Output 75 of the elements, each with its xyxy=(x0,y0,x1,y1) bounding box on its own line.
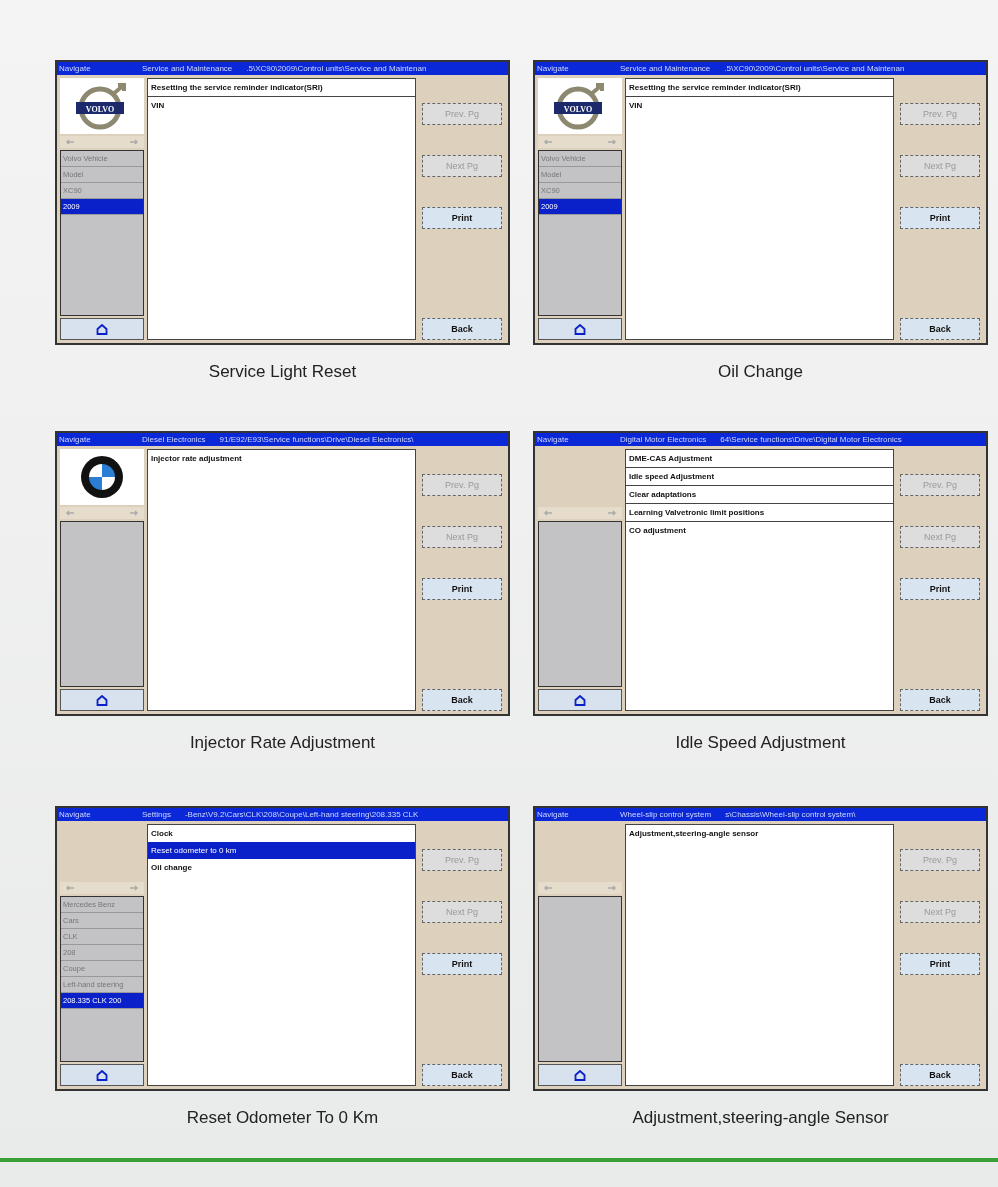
home-button[interactable] xyxy=(538,318,622,340)
left-arrow-icon[interactable] xyxy=(66,139,74,145)
home-button[interactable] xyxy=(60,1064,144,1086)
function-item[interactable]: Clock xyxy=(148,825,415,842)
function-item[interactable]: DME-CAS Adjustment xyxy=(626,450,893,468)
left-arrow-icon[interactable] xyxy=(544,885,552,891)
breadcrumb-path: s\Chassis\Wheel-slip control system\ xyxy=(725,810,856,819)
home-icon xyxy=(96,323,108,335)
function-item[interactable]: Oil change xyxy=(148,859,415,876)
page-button[interactable]: Print xyxy=(422,578,502,600)
section-title: Digital Motor Electronics xyxy=(620,435,707,444)
section-title: Settings xyxy=(142,810,171,819)
right-arrow-icon[interactable] xyxy=(608,139,616,145)
breadcrumb-path: .5\XC90\2009\Control units\Service and Maintenan xyxy=(246,64,427,73)
function-item[interactable]: Idle speed Adjustment xyxy=(626,468,893,486)
function-item[interactable]: Learning Valvetronic limit positions xyxy=(626,504,893,522)
section-title: Wheel-slip control system xyxy=(620,810,712,819)
right-arrow-icon[interactable] xyxy=(130,139,138,145)
navigate-menu[interactable]: Navigate xyxy=(535,435,620,444)
screen-caption: Oil Change xyxy=(717,362,804,382)
page-button[interactable]: Back xyxy=(422,689,502,711)
home-button[interactable] xyxy=(60,318,144,340)
section-title: Service and Maintenance xyxy=(620,64,711,73)
home-icon xyxy=(96,1069,108,1081)
function-item[interactable]: Adjustment,steering-angle sensor xyxy=(626,825,893,842)
page-button[interactable]: Back xyxy=(900,689,980,711)
screen-caption: Reset Odometer To 0 Km xyxy=(186,1108,379,1128)
page-button[interactable]: Back xyxy=(422,318,502,340)
home-icon xyxy=(574,1069,586,1081)
section-title: Diesel Electronics xyxy=(142,435,206,444)
navigate-menu[interactable]: Navigate xyxy=(535,64,620,73)
function-item[interactable]: Reset odometer to 0 km xyxy=(148,842,415,859)
page-button[interactable]: Back xyxy=(900,1064,980,1086)
home-icon xyxy=(574,694,586,706)
screen-caption: Idle Speed Adjustment xyxy=(675,733,846,753)
right-arrow-icon[interactable] xyxy=(130,510,138,516)
page-button[interactable]: Print xyxy=(900,207,980,229)
navigate-menu[interactable]: Navigate xyxy=(535,810,620,819)
navigate-menu[interactable]: Navigate xyxy=(57,435,142,444)
left-arrow-icon[interactable] xyxy=(66,885,74,891)
home-icon xyxy=(574,323,586,335)
function-item[interactable]: Resetting the service reminder indicator(SRI) xyxy=(148,79,415,97)
page-button[interactable]: Back xyxy=(900,318,980,340)
left-arrow-icon[interactable] xyxy=(544,139,552,145)
right-arrow-icon[interactable] xyxy=(608,510,616,516)
breadcrumb-path: .5\XC90\2009\Control units\Service and Maintenan xyxy=(724,64,905,73)
left-arrow-icon[interactable] xyxy=(66,510,74,516)
screen-caption: Injector Rate Adjustment xyxy=(189,733,376,753)
screen-caption: Service Light Reset xyxy=(208,362,357,382)
page-button[interactable]: Print xyxy=(900,578,980,600)
page-button[interactable]: Back xyxy=(422,1064,502,1086)
left-arrow-icon[interactable] xyxy=(544,510,552,516)
home-button[interactable] xyxy=(538,1064,622,1086)
page-button[interactable]: Print xyxy=(422,207,502,229)
screen-caption: Adjustment,steering-angle Sensor xyxy=(632,1108,889,1128)
function-item[interactable]: Clear adaptations xyxy=(626,486,893,504)
function-item[interactable]: VIN xyxy=(626,97,893,114)
function-item[interactable]: CO adjustment xyxy=(626,522,893,539)
page-button[interactable]: Print xyxy=(422,953,502,975)
breadcrumb-path: 91/E92/E93\Service functions\Drive\Diesel Electronics\ xyxy=(219,435,414,444)
home-icon xyxy=(96,694,108,706)
car-logo xyxy=(80,455,124,499)
home-button[interactable] xyxy=(60,689,144,711)
breadcrumb-path: 64\Service functions\Drive\Digital Motor Electronics xyxy=(720,435,902,444)
function-item[interactable]: VIN xyxy=(148,97,415,114)
home-button[interactable] xyxy=(538,689,622,711)
section-title: Service and Maintenance xyxy=(142,64,233,73)
page-button[interactable]: Print xyxy=(900,953,980,975)
navigate-menu[interactable]: Navigate xyxy=(57,64,142,73)
function-item[interactable]: Resetting the service reminder indicator(SRI) xyxy=(626,79,893,97)
function-item[interactable]: Injector rate adjustment xyxy=(148,450,415,467)
right-arrow-icon[interactable] xyxy=(130,885,138,891)
navigate-menu[interactable]: Navigate xyxy=(57,810,142,819)
right-arrow-icon[interactable] xyxy=(608,885,616,891)
breadcrumb-path: -Benz\V9.2\Cars\CLK\208\Coupe\Left-hand steering\208.335 CLK xyxy=(184,810,419,819)
